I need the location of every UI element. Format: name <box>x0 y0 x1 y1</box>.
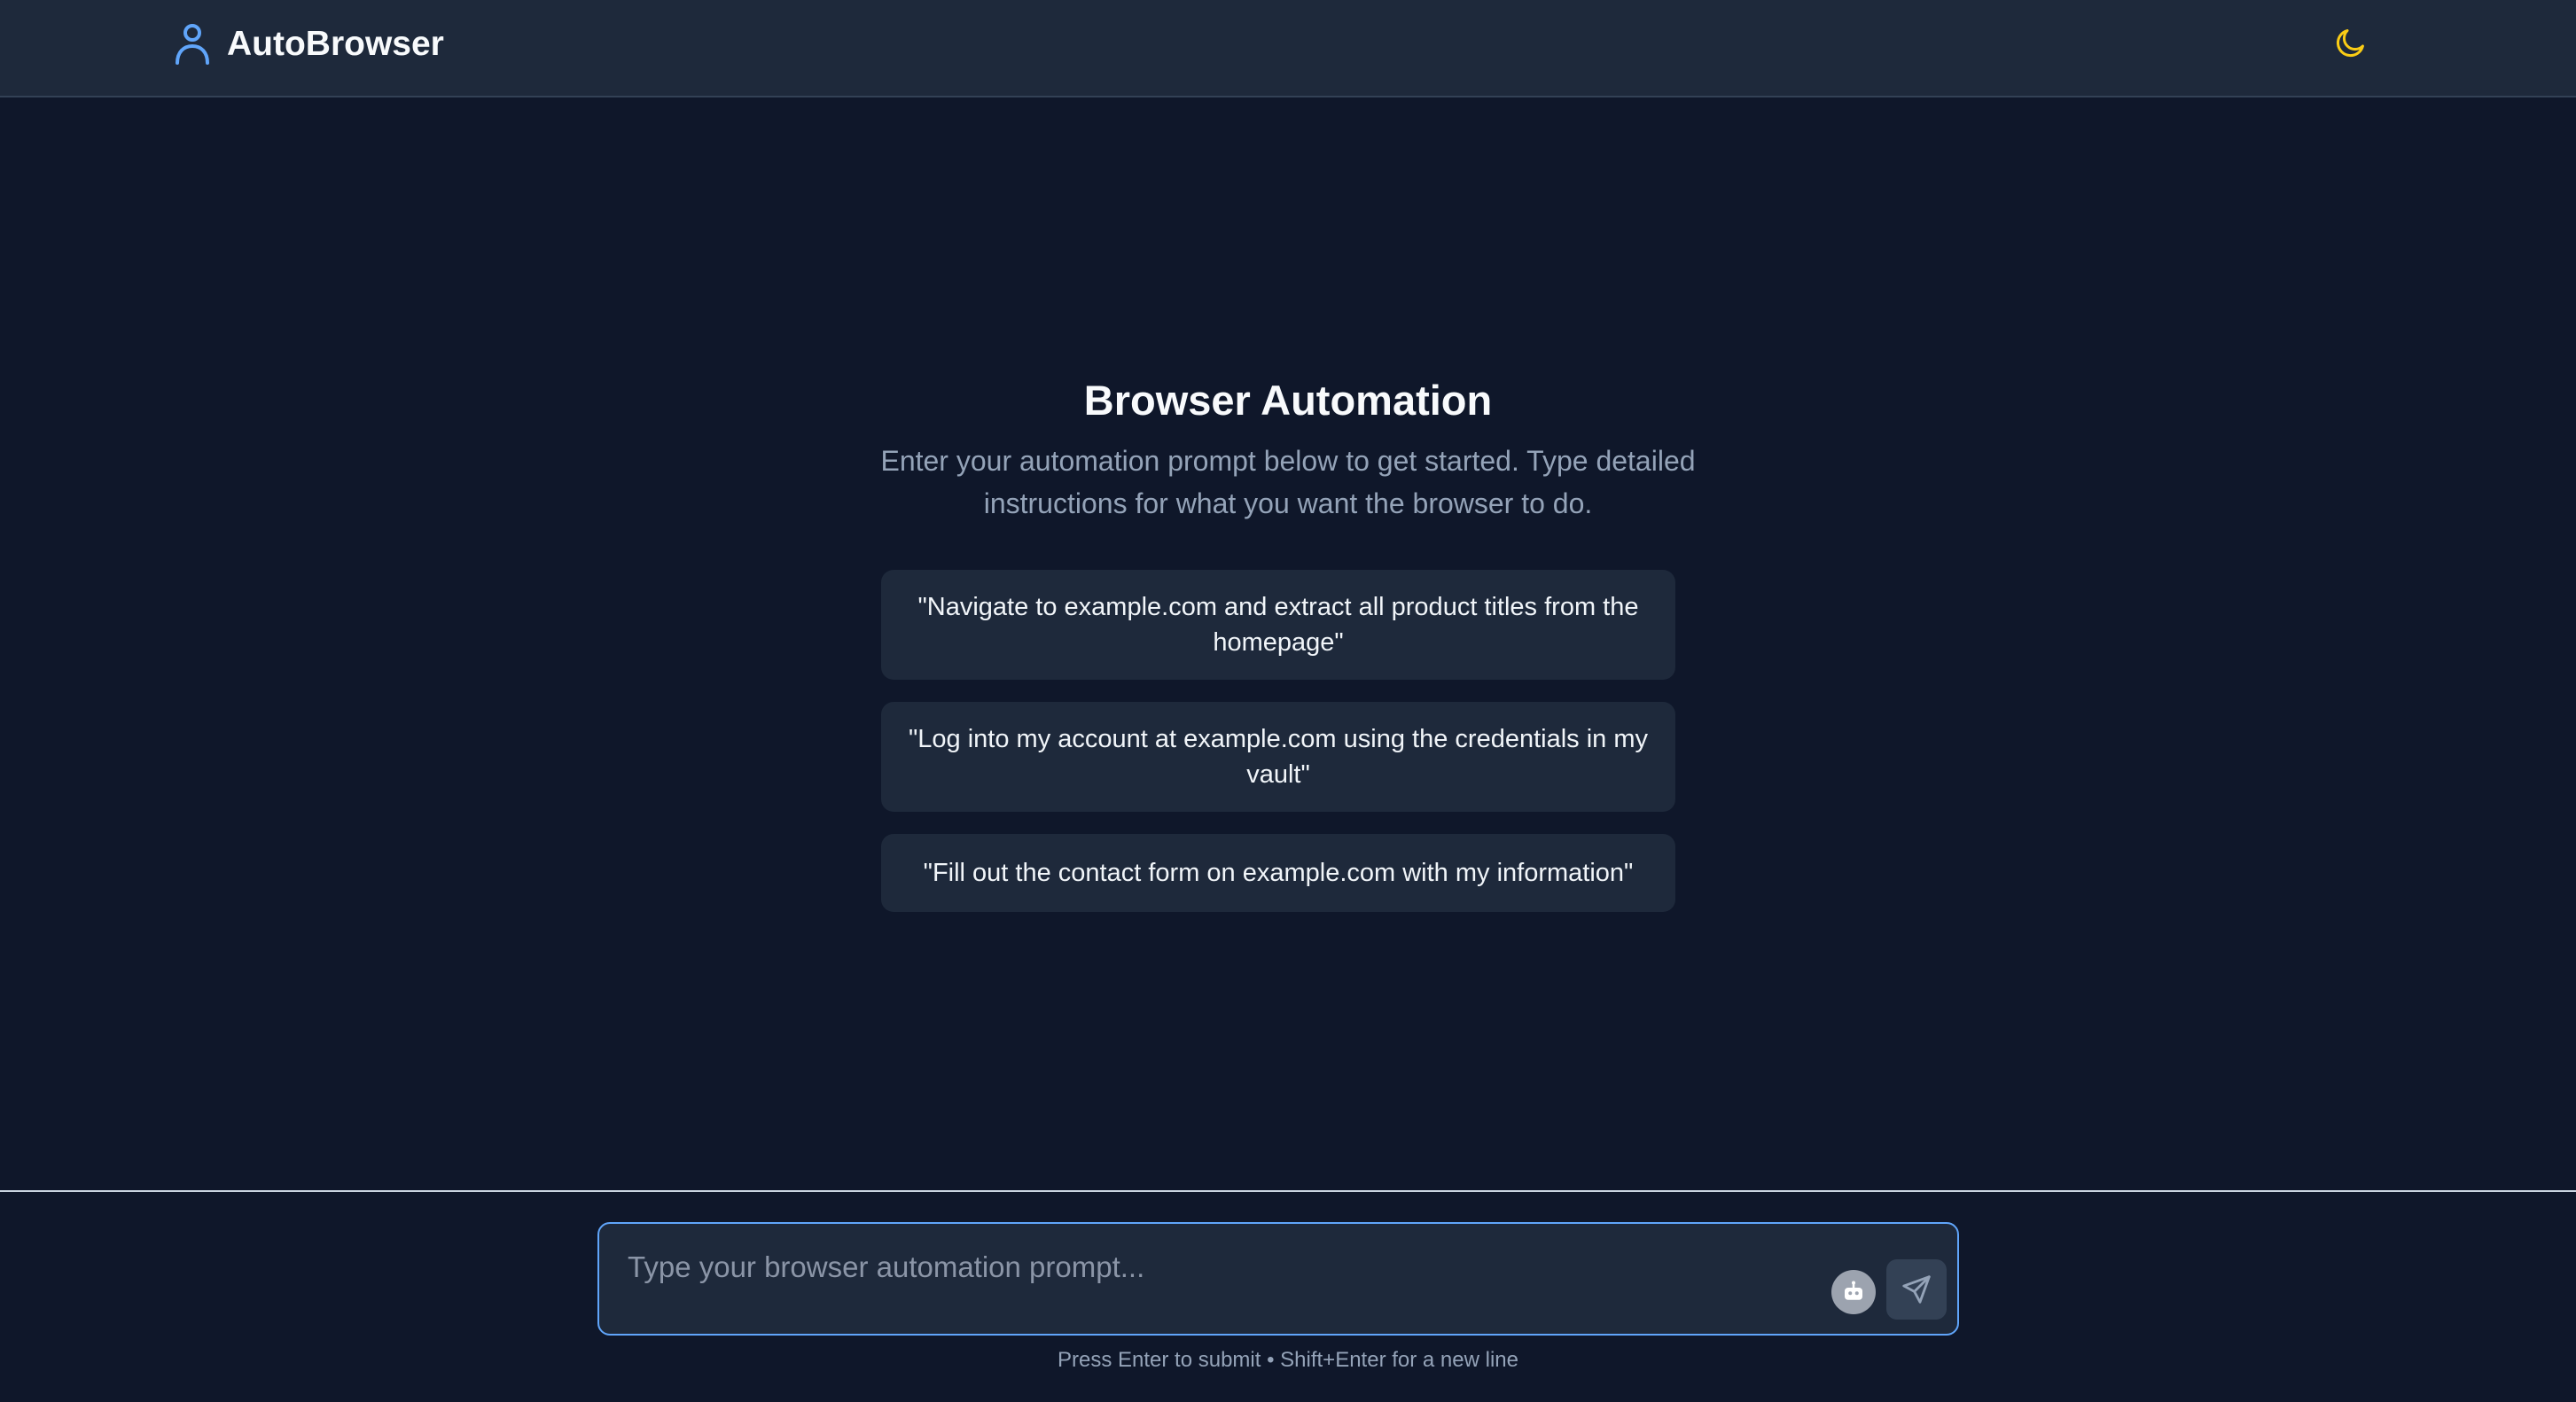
keyboard-hint: Press Enter to submit • Shift+Enter for … <box>1058 1348 1518 1372</box>
main-content: Browser Automation Enter your automation… <box>0 99 2576 1191</box>
user-icon <box>176 24 209 65</box>
send-icon <box>1902 1275 1931 1304</box>
top-header: AutoBrowser <box>0 0 2576 97</box>
brand[interactable]: AutoBrowser <box>174 22 444 66</box>
agent-button[interactable] <box>1831 1270 1876 1314</box>
moon-icon <box>2336 29 2364 58</box>
app-root: AutoBrowser Browser Automation Enter you… <box>0 0 2576 1402</box>
example-prompts: "Navigate to example.com and extract all… <box>881 570 1675 934</box>
example-prompt-card[interactable]: "Fill out the contact form on example.co… <box>881 834 1675 912</box>
page-title: Browser Automation <box>1083 377 1493 424</box>
send-button[interactable] <box>1886 1259 1947 1320</box>
example-prompt-card[interactable]: "Navigate to example.com and extract all… <box>881 570 1675 680</box>
robot-icon <box>1845 1281 1862 1300</box>
composer-footer: Press Enter to submit • Shift+Enter for … <box>0 1190 2576 1402</box>
prompt-composer <box>597 1222 1959 1336</box>
page-subtitle: Enter your automation prompt below to ge… <box>880 445 1696 519</box>
theme-toggle-button[interactable] <box>2333 25 2369 60</box>
example-prompt-card[interactable]: "Log into my account at example.com usin… <box>881 702 1675 812</box>
intro: Browser Automation Enter your automation… <box>845 374 1731 525</box>
brand-name: AutoBrowser <box>227 25 444 63</box>
prompt-input[interactable] <box>628 1245 1780 1289</box>
